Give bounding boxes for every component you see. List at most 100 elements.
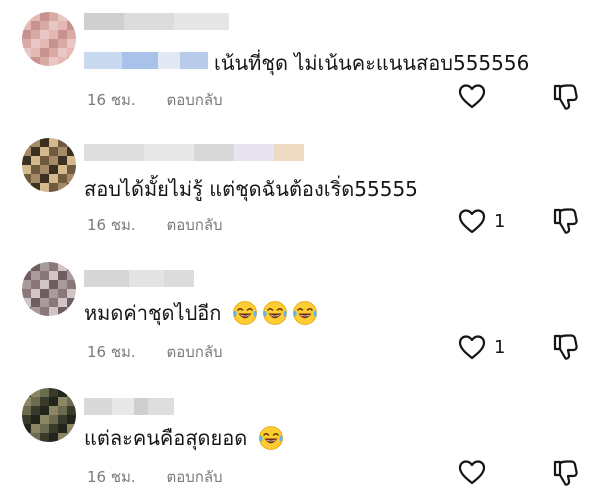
comment-meta: 16 ชม. ตอบกลับ [87,465,223,489]
like-button[interactable]: 1 [458,208,505,234]
avatar-pixel [49,298,58,307]
username-redacted[interactable] [84,13,229,30]
thumbs-down-icon [553,334,578,360]
thumbs-down-icon [553,208,578,234]
dislike-button[interactable] [552,333,578,365]
dislike-button[interactable] [552,207,578,239]
avatar-pixel [22,147,31,156]
avatar-pixel [49,156,58,165]
avatar-pixel [49,174,58,183]
like-count: 1 [494,210,506,232]
avatar-pixel [49,183,58,192]
avatar-pixel [31,174,40,183]
avatar-pixel [31,289,40,298]
reply-button[interactable]: ตอบกลับ [166,216,222,234]
avatar-pixel [67,298,76,307]
avatar-pixel [58,165,67,174]
avatar-pixel [58,48,67,57]
avatar-pixel [40,30,49,39]
dislike-button[interactable] [552,459,578,491]
avatar-pixel [67,174,76,183]
avatar-pixel [67,424,76,433]
like-button[interactable]: 1 [458,334,505,360]
avatar-pixel [22,298,31,307]
avatar-pixel [22,415,31,424]
comment-text: เน้นที่ชุด ไม่เน้นคะแนนสอบ555556 [214,51,530,75]
thumbs-down-icon [553,84,578,110]
avatar-pixel [49,57,58,66]
avatar-pixel [49,39,58,48]
reply-button[interactable]: ตอบกลับ [166,343,222,361]
avatar-pixel [58,280,67,289]
avatar-pixel [40,415,49,424]
avatar-pixel [40,388,49,397]
avatar-pixel [67,307,76,316]
avatar-pixel [49,397,58,406]
thumbs-down-icon [553,460,578,486]
avatar-pixel [49,138,58,147]
avatar-pixel [67,280,76,289]
avatar-pixel [67,289,76,298]
heart-icon [458,84,486,109]
like-button[interactable] [458,83,494,109]
avatar-pixel [49,21,58,30]
avatar[interactable] [22,12,76,66]
avatar-pixel [22,156,31,165]
reply-button[interactable]: ตอบกลับ [166,468,222,486]
avatar-pixel [58,147,67,156]
avatar-pixel [22,307,31,316]
avatar-pixel [22,174,31,183]
avatar-pixel [67,183,76,192]
avatar-pixel [58,12,67,21]
avatar-pixel [40,48,49,57]
avatar-pixel [49,415,58,424]
username-redacted[interactable] [84,398,174,415]
comment-meta: 16 ชม. ตอบกลับ [87,88,223,112]
avatar-pixel [58,156,67,165]
avatar-pixel [67,388,76,397]
avatar-pixel [40,174,49,183]
avatar-pixel [67,12,76,21]
avatar-pixel [31,156,40,165]
username-redacted[interactable] [84,144,304,161]
avatar-pixel [40,156,49,165]
avatar-pixel [49,165,58,174]
avatar-pixel [67,30,76,39]
comment-text: สอบได้มั้ยไม่รู้ แต่ชุดฉันต้องเริ่ด55555 [84,177,418,201]
avatar-pixel [40,271,49,280]
avatar[interactable] [22,262,76,316]
avatar-pixel [40,289,49,298]
dislike-button[interactable] [552,83,578,115]
avatar-pixel [58,271,67,280]
avatar-pixel [31,21,40,30]
avatar-pixel [31,307,40,316]
avatar-pixel [49,30,58,39]
comment-time: 16 ชม. [87,216,136,234]
avatar-pixel [58,406,67,415]
avatar-pixel [31,280,40,289]
avatar-pixel [22,271,31,280]
username-redacted[interactable] [84,270,194,287]
avatar-pixel [22,262,31,271]
avatar-pixel [40,165,49,174]
laughing-tears-emoji-icon [292,301,317,325]
avatar-pixel [49,388,58,397]
avatar-pixel [49,48,58,57]
comment-time: 16 ชม. [87,91,136,109]
avatar[interactable] [22,388,76,442]
avatar-pixel [49,280,58,289]
avatar-pixel [31,298,40,307]
reply-button[interactable]: ตอบกลับ [166,91,222,109]
avatar-pixel [67,156,76,165]
avatar-pixel [22,388,31,397]
comment-meta: 16 ชม. ตอบกลับ [87,340,223,364]
avatar-pixel [31,415,40,424]
avatar-pixel [40,280,49,289]
avatar-pixel [67,433,76,442]
like-button[interactable] [458,459,494,485]
avatar-pixel [49,289,58,298]
avatar[interactable] [22,138,76,192]
avatar-pixel [40,397,49,406]
avatar-pixel [67,138,76,147]
avatar-pixel [58,298,67,307]
